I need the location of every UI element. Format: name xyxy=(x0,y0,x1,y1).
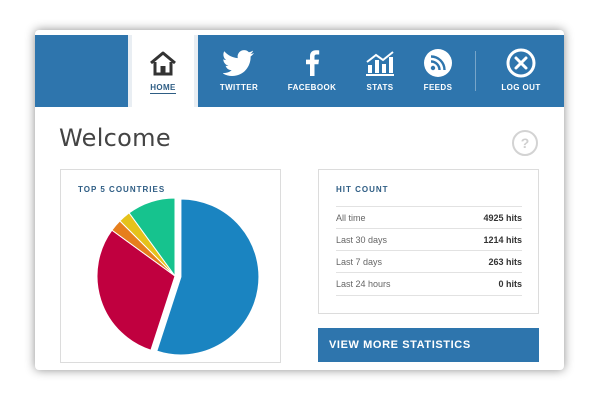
hit-row-value: 1214 hits xyxy=(483,235,522,245)
view-more-statistics-button[interactable]: VIEW MORE STATISTICS xyxy=(318,328,539,362)
hit-row-30-days: Last 30 days 1214 hits xyxy=(336,228,522,251)
close-circle-icon xyxy=(506,48,536,78)
nav-label-facebook: FACEBOOK xyxy=(287,83,337,92)
nav-label-logout: LOG OUT xyxy=(501,83,541,92)
hit-row-label: Last 7 days xyxy=(336,257,383,267)
hit-row-label: Last 30 days xyxy=(336,235,388,245)
hit-row-24-hours: Last 24 hours 0 hits xyxy=(336,272,522,296)
dashboard-window: HOME TWITTER FACEBOOK STATS FEEDS LOG OU… xyxy=(35,30,564,370)
facebook-f-icon xyxy=(304,49,320,77)
rss-icon xyxy=(424,49,452,77)
nav-item-home[interactable]: HOME xyxy=(128,35,198,107)
twitter-bird-icon xyxy=(223,49,255,77)
hit-row-7-days: Last 7 days 263 hits xyxy=(336,250,522,273)
top-countries-pie-chart xyxy=(96,197,260,356)
nav-label-feeds: FEEDS xyxy=(423,83,453,92)
hit-row-value: 0 hits xyxy=(498,279,522,289)
nav-item-twitter[interactable]: TWITTER xyxy=(207,35,271,107)
view-more-statistics-label: VIEW MORE STATISTICS xyxy=(329,339,471,351)
nav-item-feeds[interactable]: FEEDS xyxy=(410,35,466,107)
help-icon[interactable]: ? xyxy=(512,130,538,156)
home-icon xyxy=(148,49,178,77)
top-countries-card: TOP 5 COUNTRIES xyxy=(60,169,281,363)
page-title: Welcome xyxy=(59,124,171,152)
hit-row-all-time: All time 4925 hits xyxy=(336,206,522,229)
hit-row-value: 4925 hits xyxy=(483,213,522,223)
nav-item-logout[interactable]: LOG OUT xyxy=(490,35,552,107)
hit-row-label: Last 24 hours xyxy=(336,279,391,289)
nav-divider xyxy=(475,51,476,91)
hit-count-title: HIT COUNT xyxy=(336,185,389,194)
hit-row-value: 263 hits xyxy=(488,257,522,267)
nav-label-twitter: TWITTER xyxy=(219,83,259,92)
stats-chart-icon xyxy=(365,49,395,77)
nav-item-facebook[interactable]: FACEBOOK xyxy=(280,35,344,107)
nav-label-stats: STATS xyxy=(366,83,394,92)
hit-count-card: HIT COUNT All time 4925 hits Last 30 day… xyxy=(318,169,539,314)
hit-row-label: All time xyxy=(336,213,366,223)
nav-item-stats[interactable]: STATS xyxy=(352,35,408,107)
nav-label-home: HOME xyxy=(150,83,176,94)
top-navigation-bar: HOME TWITTER FACEBOOK STATS FEEDS LOG OU… xyxy=(35,35,564,107)
